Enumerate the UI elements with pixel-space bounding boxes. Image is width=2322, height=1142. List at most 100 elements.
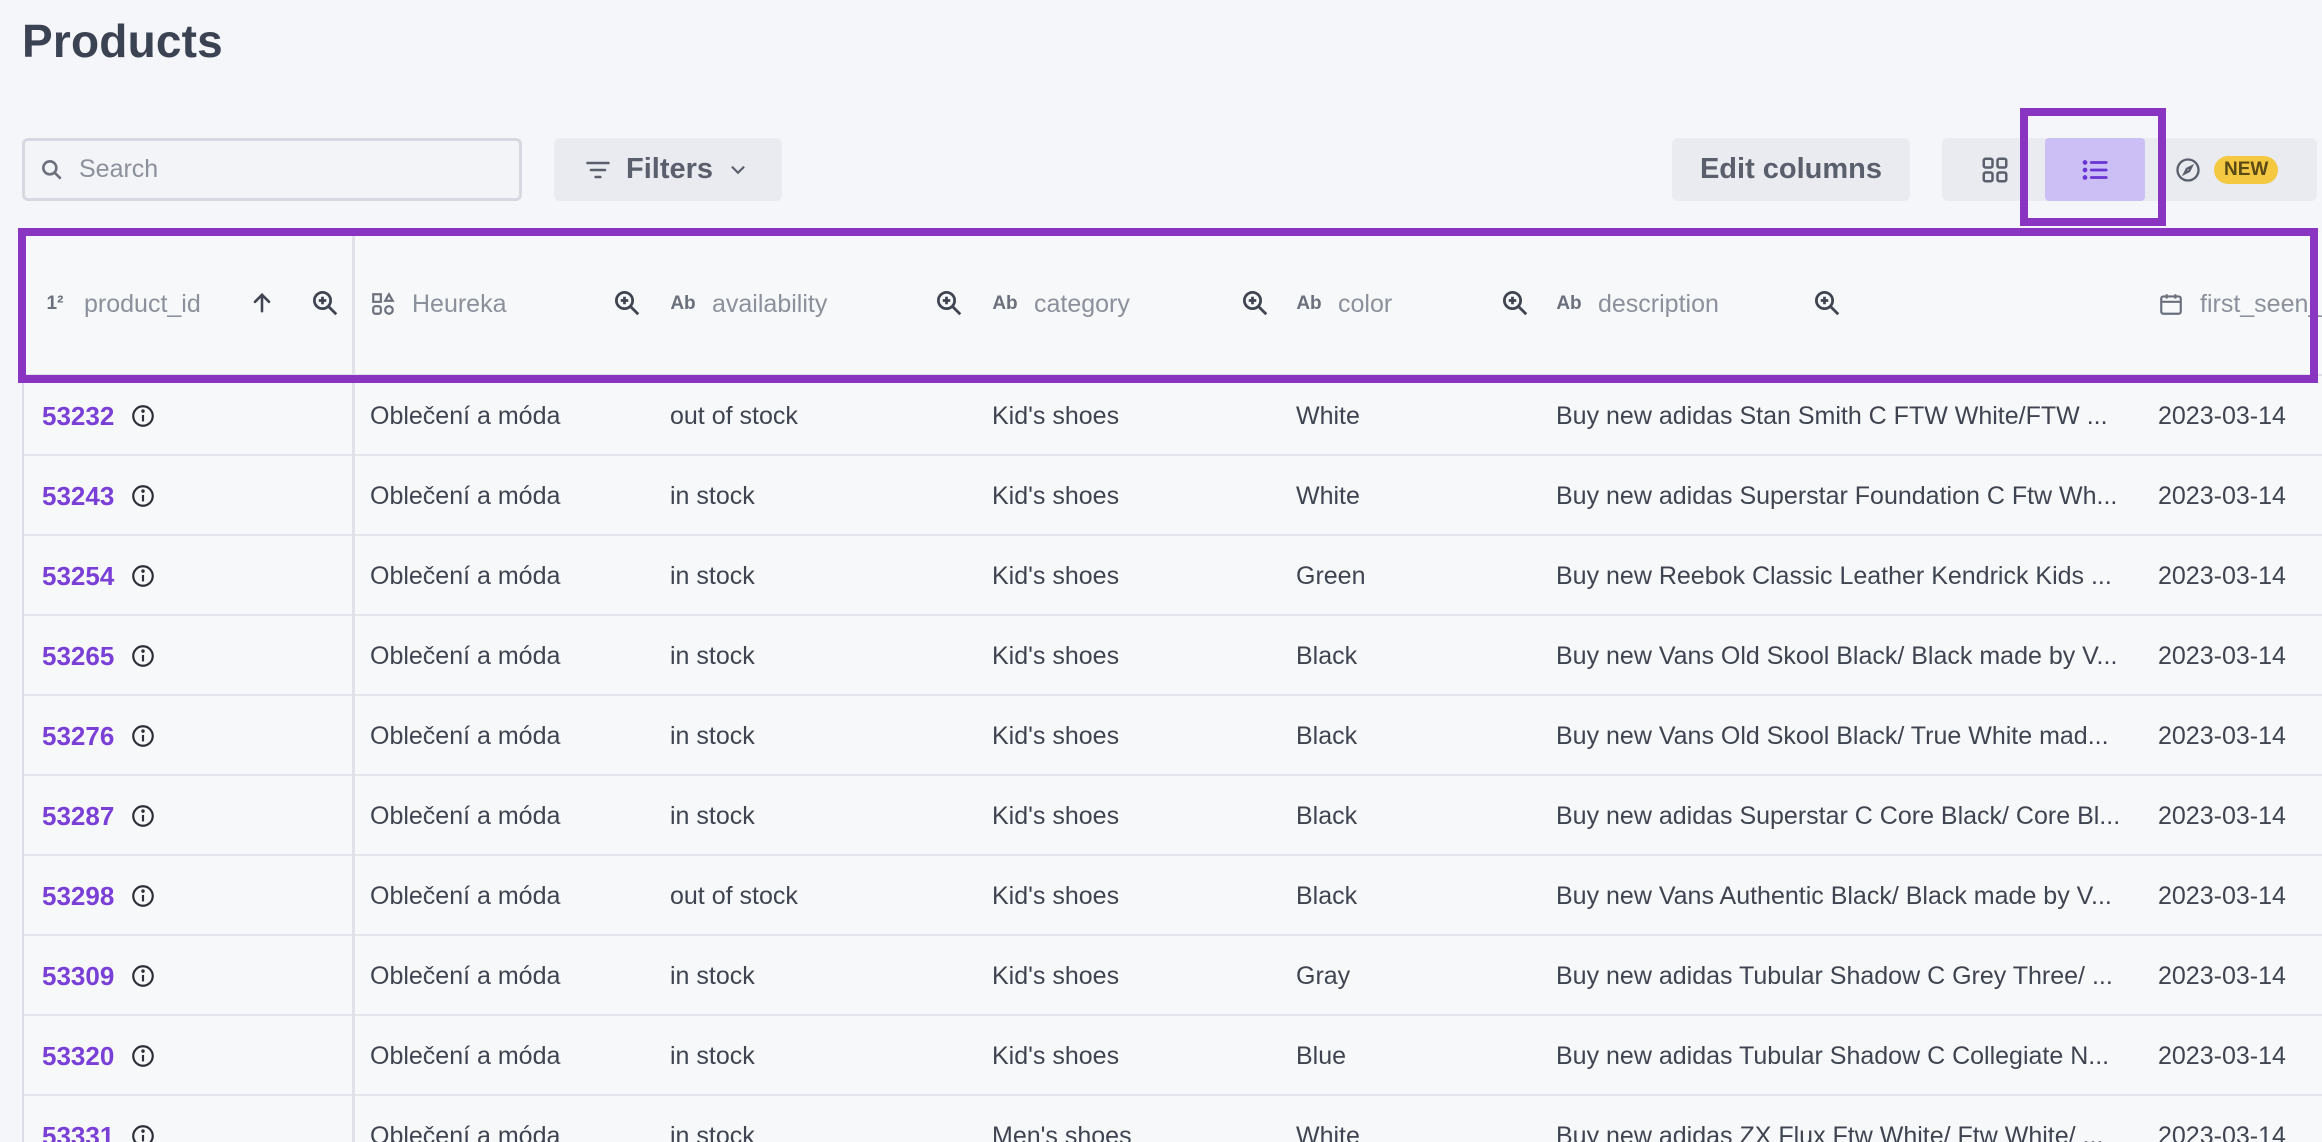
column-header-description[interactable]: Ab description (1556, 232, 2156, 376)
column-zoom-icon[interactable] (310, 288, 340, 318)
heureka-cell: Oblečení a móda (370, 961, 561, 990)
product-id-link[interactable]: 53265 (42, 641, 114, 672)
category-cell: Kid's shoes (992, 561, 1120, 590)
column-label: color (1338, 289, 1393, 318)
search-icon (42, 159, 62, 180)
info-icon[interactable] (130, 883, 156, 909)
table-row[interactable]: 53298 Oblečení a móda out of stock Kid's… (24, 856, 2322, 936)
info-icon[interactable] (130, 1043, 156, 1069)
text-type-icon: Ab (1556, 293, 1582, 314)
column-zoom-icon[interactable] (612, 288, 642, 318)
column-label: Heureka (412, 289, 507, 318)
product-id-cell: 53276 (42, 696, 156, 776)
column-label: first_seen_ (2200, 289, 2322, 318)
product-id-link[interactable]: 53254 (42, 561, 114, 592)
info-icon[interactable] (130, 963, 156, 989)
column-zoom-icon[interactable] (1240, 288, 1270, 318)
heureka-cell: Oblečení a móda (370, 1121, 561, 1142)
number-type-icon: 1² (46, 293, 64, 314)
column-zoom-icon[interactable] (1500, 288, 1530, 318)
product-id-link[interactable]: 53298 (42, 881, 114, 912)
column-divider (352, 232, 355, 1142)
color-cell: Green (1296, 561, 1366, 590)
product-id-link[interactable]: 53232 (42, 401, 114, 432)
sort-ascending-icon[interactable] (248, 289, 276, 317)
product-id-link[interactable]: 53287 (42, 801, 114, 832)
column-header-product-id[interactable]: 1² product_id (42, 232, 352, 376)
description-cell: Buy new Vans Authentic Black/ Black made… (1556, 881, 2112, 910)
table-row[interactable]: 53232 Oblečení a móda out of stock Kid's… (24, 376, 2322, 456)
column-header-availability[interactable]: Ab availability (670, 232, 990, 376)
product-id-cell: 53232 (42, 376, 156, 456)
page-title: Products (22, 15, 223, 67)
product-id-cell: 53309 (42, 936, 156, 1016)
info-icon[interactable] (130, 803, 156, 829)
description-cell: Buy new adidas Stan Smith C FTW White/FT… (1556, 401, 2108, 430)
column-zoom-icon[interactable] (1812, 288, 1842, 318)
info-icon[interactable] (130, 1123, 156, 1142)
category-cell: Kid's shoes (992, 401, 1120, 430)
info-icon[interactable] (130, 723, 156, 749)
heureka-cell: Oblečení a móda (370, 721, 561, 750)
description-cell: Buy new adidas Tubular Shadow C Collegia… (1556, 1041, 2110, 1070)
column-header-first-seen[interactable]: first_seen_ (2158, 232, 2322, 376)
grid-view-button[interactable] (1942, 138, 2047, 201)
heureka-cell: Oblečení a móda (370, 561, 561, 590)
column-zoom-icon[interactable] (934, 288, 964, 318)
first-seen-cell: 2023-03-14 (2158, 1041, 2286, 1070)
color-cell: Blue (1296, 1041, 1347, 1070)
column-header-category[interactable]: Ab category (992, 232, 1292, 376)
filters-button[interactable]: Filters (554, 138, 782, 201)
product-id-link[interactable]: 53276 (42, 721, 114, 752)
filters-label: Filters (626, 153, 714, 185)
color-cell: Gray (1296, 961, 1351, 990)
column-label: availability (712, 289, 828, 318)
product-id-cell: 53254 (42, 536, 156, 616)
first-seen-cell: 2023-03-14 (2158, 481, 2286, 510)
search-box[interactable] (22, 138, 522, 201)
info-icon[interactable] (130, 563, 156, 589)
column-header-color[interactable]: Ab color (1296, 232, 1566, 376)
edit-columns-button[interactable]: Edit columns (1672, 138, 1910, 201)
search-input[interactable] (79, 155, 499, 184)
column-header-heureka[interactable]: Heureka (370, 232, 670, 376)
availability-cell: in stock (670, 721, 755, 750)
category-cell: Kid's shoes (992, 721, 1120, 750)
first-seen-cell: 2023-03-14 (2158, 561, 2286, 590)
info-icon[interactable] (130, 643, 156, 669)
heureka-cell: Oblečení a móda (370, 401, 561, 430)
text-type-icon: Ab (992, 293, 1018, 314)
product-id-link[interactable]: 53309 (42, 961, 114, 992)
table-row[interactable]: 53254 Oblečení a móda in stock Kid's sho… (24, 536, 2322, 616)
category-cell: Kid's shoes (992, 801, 1120, 830)
table-row[interactable]: 53309 Oblečení a móda in stock Kid's sho… (24, 936, 2322, 1016)
text-type-icon: Ab (1296, 293, 1322, 314)
product-id-link[interactable]: 53243 (42, 481, 114, 512)
availability-cell: in stock (670, 1121, 755, 1142)
first-seen-cell: 2023-03-14 (2158, 641, 2286, 670)
table-header: 1² product_id Heureka Ab availability Ab… (24, 232, 2322, 376)
list-view-button[interactable] (2045, 138, 2145, 201)
category-cell: Kid's shoes (992, 1041, 1120, 1070)
product-id-link[interactable]: 53331 (42, 1121, 114, 1142)
description-cell: Buy new Reebok Classic Leather Kendrick … (1556, 561, 2112, 590)
grid-icon (1982, 157, 2007, 182)
table-row[interactable]: 53331 Oblečení a móda in stock Men's sho… (24, 1096, 2322, 1142)
first-seen-cell: 2023-03-14 (2158, 881, 2286, 910)
table-row[interactable]: 53320 Oblečení a móda in stock Kid's sho… (24, 1016, 2322, 1096)
product-id-cell: 53243 (42, 456, 156, 536)
table-row[interactable]: 53243 Oblečení a móda in stock Kid's sho… (24, 456, 2322, 536)
color-cell: Black (1296, 881, 1358, 910)
table-row[interactable]: 53276 Oblečení a móda in stock Kid's sho… (24, 696, 2322, 776)
info-icon[interactable] (130, 403, 156, 429)
description-cell: Buy new adidas Superstar Foundation C Ft… (1556, 481, 2118, 510)
text-type-icon: Ab (670, 293, 696, 314)
heureka-cell: Oblečení a móda (370, 641, 561, 670)
product-id-link[interactable]: 53320 (42, 1041, 114, 1072)
info-icon[interactable] (130, 483, 156, 509)
table-row[interactable]: 53287 Oblečení a móda in stock Kid's sho… (24, 776, 2322, 856)
table-row[interactable]: 53265 Oblečení a móda in stock Kid's sho… (24, 616, 2322, 696)
compass-icon (2176, 157, 2200, 182)
explore-view-button[interactable]: NEW (2174, 138, 2317, 201)
first-seen-cell: 2023-03-14 (2158, 401, 2286, 430)
